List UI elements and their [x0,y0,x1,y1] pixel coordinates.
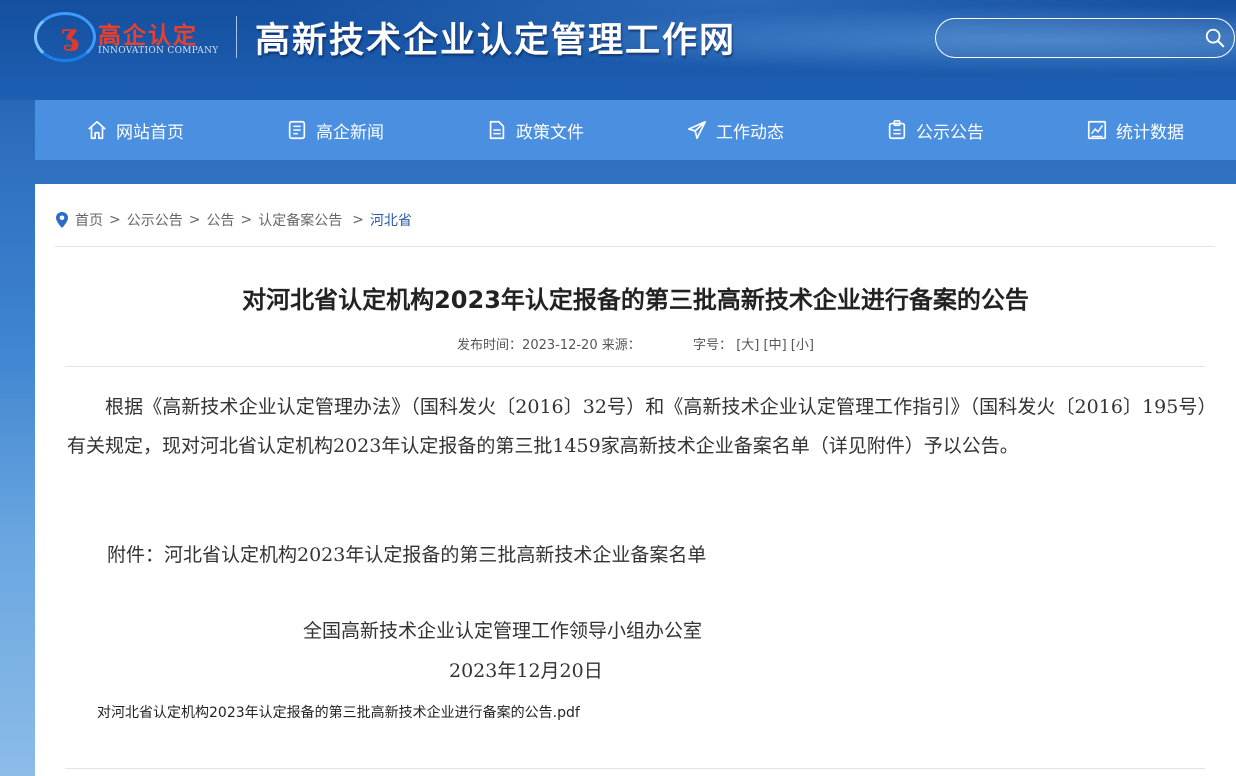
nav-item-label: 公示公告 [916,122,984,143]
publish-label: 发布时间： [457,338,523,353]
nav-item-label: 高企新闻 [316,122,384,143]
paper-plane-icon [687,120,707,140]
article-body: 根据《高新技术企业认定管理办法》（国科发火〔2016〕32号）和《高新技术企业认… [67,388,1207,466]
news-icon [288,120,306,140]
breadcrumb-current[interactable]: 河北省 [370,210,412,230]
font-size-label: 字号： [693,338,733,353]
home-icon [88,120,106,140]
font-size-medium[interactable]: [中] [764,338,787,353]
attachment-text: 附件：河北省认定机构2023年认定报备的第三批高新技术企业备案名单 [107,544,707,566]
breadcrumb-announcement[interactable]: 公告 [206,210,234,230]
font-size-small[interactable]: [小] [791,338,814,353]
signature-org: 全国高新技术企业认定管理工作领导小组办公室 [303,620,703,642]
location-pin-icon [56,212,68,228]
site-title: 高新技术企业认定管理工作网 [255,21,737,61]
search-box [935,18,1235,58]
site-header: ʓ 高企认定 INNOVATION COMPANY 高新技术企业认定管理工作网 [0,0,1236,100]
breadcrumb: 首页 > 公示公告 > 公告 > 认定备案公告 > 河北省 [55,210,412,230]
breadcrumb-separator: > [188,212,201,228]
search-input[interactable] [950,25,1190,51]
nav-item-label: 网站首页 [116,122,184,143]
logo-mark-icon: ʓ [60,18,78,53]
nav-item-work[interactable]: 工作动态 [635,100,835,160]
nav-item-news[interactable]: 高企新闻 [235,100,435,160]
breadcrumb-home[interactable]: 首页 [75,210,103,230]
document-icon [489,120,505,140]
main-nav: 网站首页 高企新闻 政策文件 工作动态 公示公告 统计数据 [35,100,1236,160]
search-icon[interactable] [1204,27,1226,49]
breadcrumb-notices[interactable]: 公示公告 [127,210,183,230]
nav-item-home[interactable]: 网站首页 [35,100,235,160]
nav-item-notice[interactable]: 公示公告 [835,100,1035,160]
nav-item-label: 工作动态 [716,122,784,143]
pdf-attachment-link[interactable]: 对河北省认定机构2023年认定报备的第三批高新技术企业进行备案的公告.pdf [97,702,580,722]
nav-item-label: 统计数据 [1116,122,1184,143]
article-meta: 发布时间：2023-12-20 来源： 字号： [大] [中] [小] [35,334,1236,353]
logo-text-cn: 高企认定 [98,23,198,49]
notice-icon [888,120,906,140]
logo-divider [236,16,237,58]
chart-icon [1087,120,1107,140]
breadcrumb-separator: > [352,212,364,228]
site-logo[interactable]: ʓ 高企认定 INNOVATION COMPANY [34,8,224,64]
logo-text-en: INNOVATION COMPANY [98,46,219,56]
breadcrumb-divider [55,246,1215,247]
nav-item-label: 政策文件 [516,122,584,143]
breadcrumb-separator: > [109,212,121,228]
breadcrumb-filing[interactable]: 认定备案公告 [258,210,342,230]
breadcrumb-separator: > [240,212,253,228]
nav-item-statistics[interactable]: 统计数据 [1035,100,1235,160]
article-paragraph: 根据《高新技术企业认定管理办法》（国科发火〔2016〕32号）和《高新技术企业认… [67,396,1207,457]
font-size-large[interactable]: [大] [736,338,759,353]
meta-divider [65,366,1205,367]
source-label: 来源： [601,338,641,353]
signature-date: 2023年12月20日 [449,660,603,682]
publish-date: 2023-12-20 [522,338,598,353]
content-panel: 首页 > 公示公告 > 公告 > 认定备案公告 > 河北省 对河北省认定机构20… [35,184,1236,776]
bottom-divider [65,768,1205,769]
article-title: 对河北省认定机构2023年认定报备的第三批高新技术企业进行备案的公告 [242,286,1029,314]
nav-item-policy[interactable]: 政策文件 [435,100,635,160]
